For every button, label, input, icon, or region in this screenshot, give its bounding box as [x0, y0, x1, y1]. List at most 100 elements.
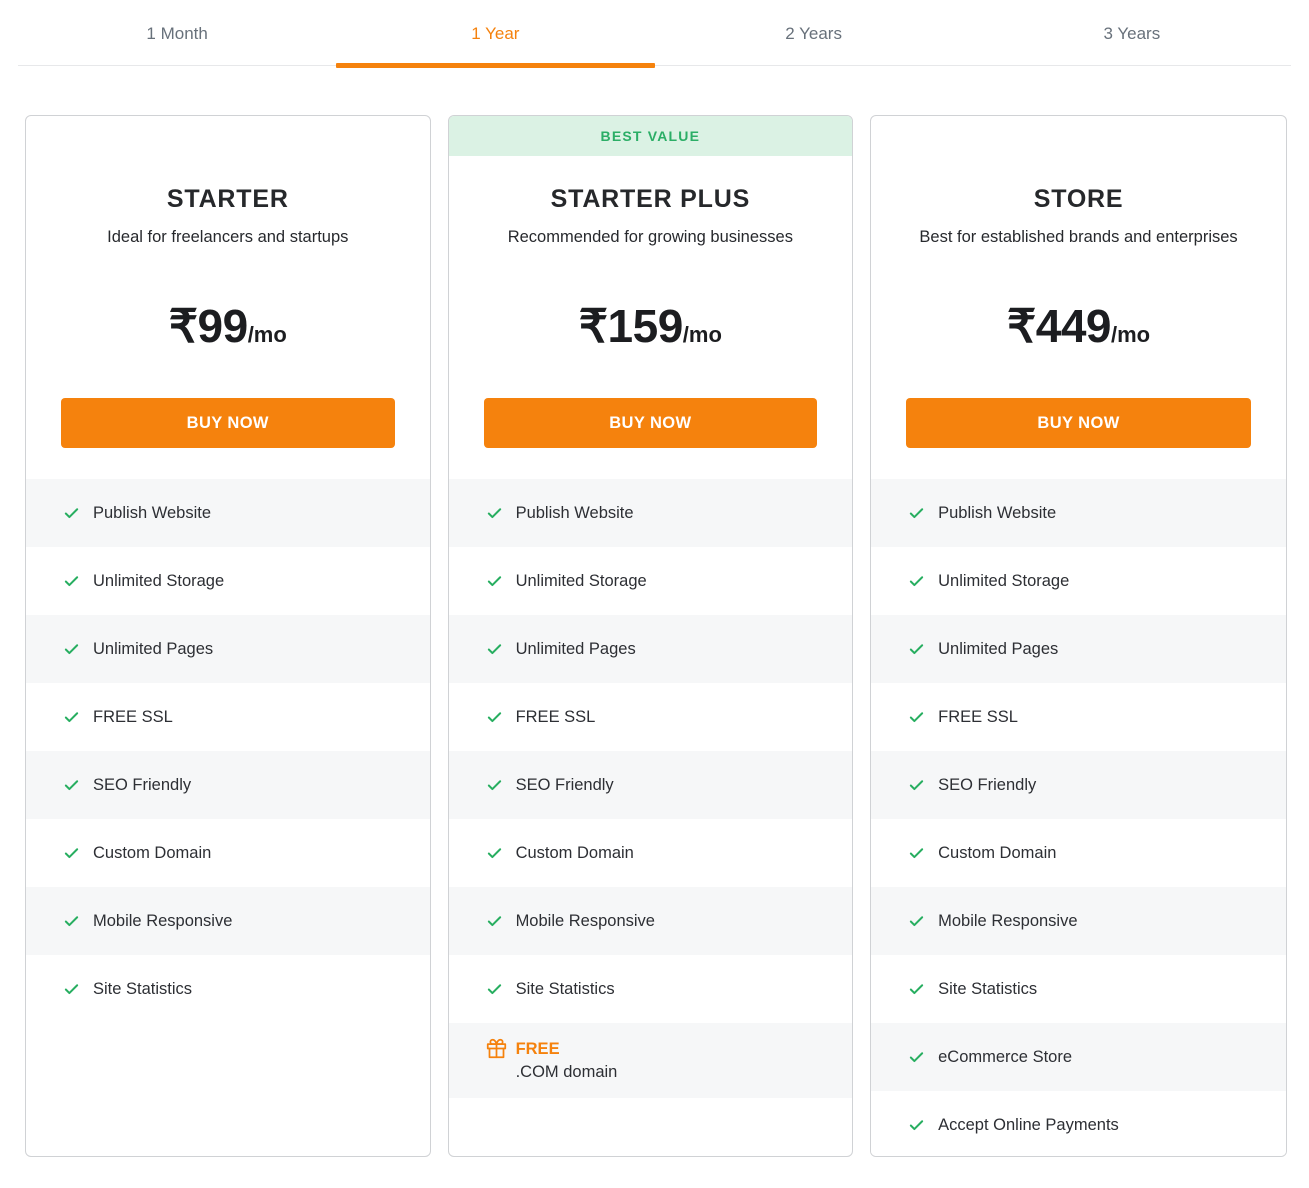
feature-row: FREE SSL — [449, 683, 853, 751]
feature-row: Mobile Responsive — [871, 887, 1286, 955]
price-period: /mo — [1111, 322, 1150, 347]
price-currency: ₹ — [579, 300, 608, 352]
plan-name: STARTER — [26, 184, 430, 214]
feature-label: Unlimited Pages — [516, 638, 636, 660]
check-icon — [908, 777, 925, 794]
feature-label: Unlimited Pages — [93, 638, 213, 660]
check-icon — [63, 709, 80, 726]
feature-label: Unlimited Storage — [938, 570, 1069, 592]
plan-price: ₹159/mo — [449, 301, 853, 363]
feature-label: Unlimited Storage — [93, 570, 224, 592]
feature-label: Custom Domain — [516, 842, 634, 864]
price-currency: ₹ — [169, 300, 198, 352]
feature-label: Custom Domain — [93, 842, 211, 864]
price-amount: 159 — [608, 300, 683, 352]
check-icon — [63, 981, 80, 998]
feature-label: Custom Domain — [938, 842, 1056, 864]
billing-period-tab[interactable]: 3 Years — [973, 0, 1291, 65]
best-value-badge: BEST VALUE — [449, 116, 853, 156]
feature-row: SEO Friendly — [26, 751, 430, 819]
check-icon — [486, 981, 503, 998]
buy-now-button[interactable]: BUY NOW — [61, 398, 395, 448]
check-icon — [486, 573, 503, 590]
gift-icon — [486, 1038, 507, 1059]
feature-row: Publish Website — [26, 479, 430, 547]
feature-row: Unlimited Storage — [26, 547, 430, 615]
feature-list: Publish Website Unlimited Storage Unlimi… — [26, 479, 430, 1023]
feature-row: Unlimited Storage — [871, 547, 1286, 615]
plan-description: Ideal for freelancers and startups — [26, 226, 430, 248]
billing-period-tab[interactable]: 2 Years — [655, 0, 973, 65]
check-icon — [908, 1117, 925, 1134]
feature-row: Custom Domain — [449, 819, 853, 887]
feature-label: Publish Website — [93, 502, 211, 524]
feature-list: Publish Website Unlimited Storage Unlimi… — [449, 479, 853, 1098]
check-icon — [63, 573, 80, 590]
check-icon — [908, 641, 925, 658]
feature-row: Unlimited Pages — [26, 615, 430, 683]
feature-label: Site Statistics — [938, 978, 1037, 1000]
pricing-card: STORE Best for established brands and en… — [870, 115, 1287, 1157]
check-icon — [63, 913, 80, 930]
check-icon — [908, 981, 925, 998]
feature-label: Publish Website — [516, 502, 634, 524]
feature-row: Unlimited Storage — [449, 547, 853, 615]
feature-label: FREE SSL — [93, 706, 173, 728]
price-period: /mo — [248, 322, 287, 347]
feature-row: Publish Website — [871, 479, 1286, 547]
feature-label: Mobile Responsive — [516, 910, 655, 932]
check-icon — [908, 845, 925, 862]
feature-row: Publish Website — [449, 479, 853, 547]
buy-now-button[interactable]: BUY NOW — [906, 398, 1251, 448]
price-amount: 449 — [1036, 300, 1111, 352]
check-icon — [486, 641, 503, 658]
feature-row: Accept Online Payments — [871, 1091, 1286, 1157]
price-currency: ₹ — [1007, 300, 1036, 352]
feature-row: SEO Friendly — [449, 751, 853, 819]
feature-label: .COM domain — [516, 1061, 618, 1083]
feature-row: eCommerce Store — [871, 1023, 1286, 1091]
feature-row: Custom Domain — [26, 819, 430, 887]
plan-description: Best for established brands and enterpri… — [871, 226, 1286, 248]
feature-label: eCommerce Store — [938, 1046, 1072, 1068]
check-icon — [486, 709, 503, 726]
feature-label: Unlimited Storage — [516, 570, 647, 592]
feature-label: Unlimited Pages — [938, 638, 1058, 660]
buy-now-button[interactable]: BUY NOW — [484, 398, 818, 448]
feature-label: Publish Website — [938, 502, 1056, 524]
billing-period-tab[interactable]: 1 Year — [336, 0, 654, 65]
feature-row: Unlimited Pages — [449, 615, 853, 683]
plan-name: STARTER PLUS — [449, 184, 853, 214]
plan-price: ₹99/mo — [26, 301, 430, 363]
feature-row: Custom Domain — [871, 819, 1286, 887]
check-icon — [486, 913, 503, 930]
feature-label: Site Statistics — [516, 978, 615, 1000]
billing-period-tab[interactable]: 1 Month — [18, 0, 336, 65]
check-icon — [908, 573, 925, 590]
feature-row: FREE SSL — [26, 683, 430, 751]
check-icon — [486, 777, 503, 794]
feature-label: Accept Online Payments — [938, 1114, 1119, 1136]
check-icon — [63, 641, 80, 658]
pricing-cards: STARTER Ideal for freelancers and startu… — [25, 115, 1287, 1157]
feature-label: Mobile Responsive — [938, 910, 1077, 932]
feature-label: FREE SSL — [938, 706, 1018, 728]
feature-row: Site Statistics — [449, 955, 853, 1023]
feature-row: SEO Friendly — [871, 751, 1286, 819]
feature-label: SEO Friendly — [93, 774, 191, 796]
feature-row: Site Statistics — [26, 955, 430, 1023]
bonus-feature-row: FREE .COM domain — [449, 1023, 853, 1098]
feature-label: SEO Friendly — [938, 774, 1036, 796]
price-period: /mo — [683, 322, 722, 347]
feature-row: FREE SSL — [871, 683, 1286, 751]
tab-label: 3 Years — [1104, 24, 1161, 43]
pricing-card: BEST VALUE STARTER PLUS Recommended for … — [448, 115, 854, 1157]
check-icon — [63, 845, 80, 862]
feature-row: Unlimited Pages — [871, 615, 1286, 683]
price-amount: 99 — [198, 300, 248, 352]
feature-row: Site Statistics — [871, 955, 1286, 1023]
feature-row: Mobile Responsive — [26, 887, 430, 955]
check-icon — [63, 777, 80, 794]
feature-label: Site Statistics — [93, 978, 192, 1000]
check-icon — [908, 505, 925, 522]
